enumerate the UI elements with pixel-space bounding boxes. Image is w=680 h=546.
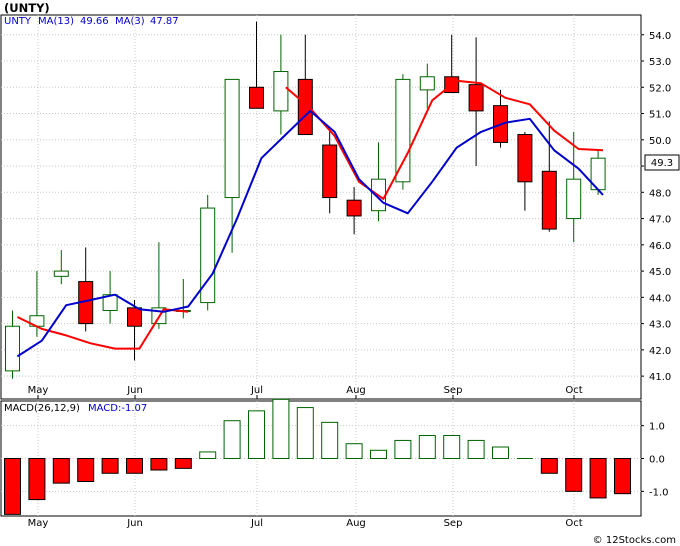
macd-bar-7 bbox=[174, 458, 192, 469]
price-tick-label-7: 48.0 bbox=[649, 188, 671, 199]
candle-body-22 bbox=[541, 170, 557, 230]
macd-bar-20 bbox=[492, 446, 509, 459]
macd-month-label-3: Aug bbox=[346, 518, 366, 529]
macd-bar-25 bbox=[614, 458, 631, 495]
legend-ma13-label: MA(13) bbox=[38, 16, 74, 27]
macd-bar-0 bbox=[4, 458, 21, 515]
macd-bar-3 bbox=[77, 458, 95, 482]
candle-body-23 bbox=[566, 178, 582, 220]
stock-chart: (UNTY) 41.0 42.0 43.0 44.0 45.0 46.0 47.0 48.0 4… bbox=[0, 0, 680, 546]
macd-bar-10 bbox=[248, 410, 265, 460]
chart-title: (UNTY) bbox=[4, 1, 50, 15]
legend-ma13-value: 49.66 bbox=[80, 16, 109, 27]
macd-bar-8 bbox=[199, 451, 217, 459]
price-tick-label-5: 46.0 bbox=[649, 241, 671, 252]
price-tick-label-0: 41.0 bbox=[649, 372, 671, 383]
price-tick-label-11: 52.0 bbox=[649, 83, 671, 94]
price-month-label-2: Jul bbox=[250, 385, 263, 396]
macd-panel: 1.0 0.0 -1.0 May Jun Jul Aug Sep Oct MACD(26,12… bbox=[0, 398, 669, 529]
macd-month-label-2: Jul bbox=[250, 518, 263, 529]
candle-body-0 bbox=[5, 325, 20, 372]
legend-ma3-label: MA(3) bbox=[115, 16, 145, 27]
candle-body-9 bbox=[224, 78, 240, 199]
candle-body-17 bbox=[419, 76, 435, 91]
candle-body-19 bbox=[468, 84, 484, 112]
price-tick-label-13: 54.0 bbox=[649, 31, 671, 42]
macd-month-label-5: Oct bbox=[565, 518, 582, 529]
price-month-label-4: Sep bbox=[444, 385, 463, 396]
macd-bar-23 bbox=[565, 458, 583, 492]
candle-body-21 bbox=[517, 134, 533, 183]
candle-body-5 bbox=[127, 307, 142, 327]
candle-body-16 bbox=[395, 78, 411, 183]
macd-tick-label-0: 1.0 bbox=[649, 422, 665, 433]
macd-bar-24 bbox=[589, 458, 607, 499]
macd-bar-17 bbox=[418, 435, 436, 459]
macd-bar-9 bbox=[223, 420, 241, 460]
candle-body-10 bbox=[249, 86, 264, 109]
macd-bar-12 bbox=[296, 407, 314, 460]
macd-month-label-4: Sep bbox=[444, 518, 463, 529]
macd-bar-2 bbox=[52, 458, 70, 484]
price-tick-label-1: 42.0 bbox=[649, 346, 671, 357]
price-panel: 41.042.043.044.045.046.047.048.049.050.0… bbox=[0, 14, 680, 400]
price-tick-label-3: 44.0 bbox=[649, 293, 671, 304]
price-tick-label-2: 43.0 bbox=[649, 320, 671, 331]
macd-tick-label-1: 0.0 bbox=[649, 455, 665, 466]
macd-label: MACD(26,12,9) bbox=[4, 403, 80, 414]
price-tick-label-9: 50.0 bbox=[649, 136, 671, 147]
candle-body-2 bbox=[53, 270, 69, 277]
price-month-label-5: Oct bbox=[565, 385, 582, 396]
macd-bar-1 bbox=[28, 458, 46, 501]
macd-bar-22 bbox=[540, 458, 558, 474]
candle-body-12 bbox=[297, 78, 313, 136]
price-tick-label-4: 45.0 bbox=[649, 267, 671, 278]
macd-value: MACD:-1.07 bbox=[88, 403, 147, 414]
price-tick-label-6: 47.0 bbox=[649, 215, 671, 226]
macd-bar-11 bbox=[272, 398, 290, 460]
macd-month-label-1: Jun bbox=[126, 518, 143, 529]
macd-bar-19 bbox=[467, 439, 485, 459]
macd-bar-4 bbox=[101, 458, 119, 474]
price-month-label-0: May bbox=[28, 385, 49, 396]
last-price-badge: 49.3 bbox=[644, 154, 680, 171]
candle-8 bbox=[200, 194, 216, 311]
price-month-label-1: Jun bbox=[126, 385, 143, 396]
macd-bar-16 bbox=[394, 439, 412, 459]
candle-body-11 bbox=[273, 71, 289, 112]
macd-bar-14 bbox=[345, 443, 363, 460]
macd-month-label-0: May bbox=[28, 518, 49, 529]
macd-tick-label-2: -1.0 bbox=[649, 487, 669, 498]
macd-bar-6 bbox=[150, 458, 168, 471]
legend-symbol: UNTY bbox=[4, 16, 32, 27]
macd-bar-15 bbox=[370, 449, 387, 459]
macd-bar-5 bbox=[126, 458, 143, 474]
price-month-label-3: Aug bbox=[346, 385, 366, 396]
price-legend: UNTY MA(13) 49.66 MA(3) 47.87 bbox=[4, 16, 179, 27]
macd-bar-13 bbox=[321, 421, 339, 460]
price-tick-label-10: 51.0 bbox=[649, 110, 671, 121]
macd-bar-18 bbox=[443, 435, 461, 459]
candle-body-14 bbox=[346, 199, 362, 217]
watermark: © 12Stocks.com bbox=[593, 535, 676, 546]
price-tick-label-12: 53.0 bbox=[649, 57, 671, 68]
legend-ma3-value: 47.87 bbox=[150, 16, 179, 27]
candle-body-13 bbox=[322, 144, 338, 199]
last-price-badge-text: 49.3 bbox=[651, 158, 673, 169]
